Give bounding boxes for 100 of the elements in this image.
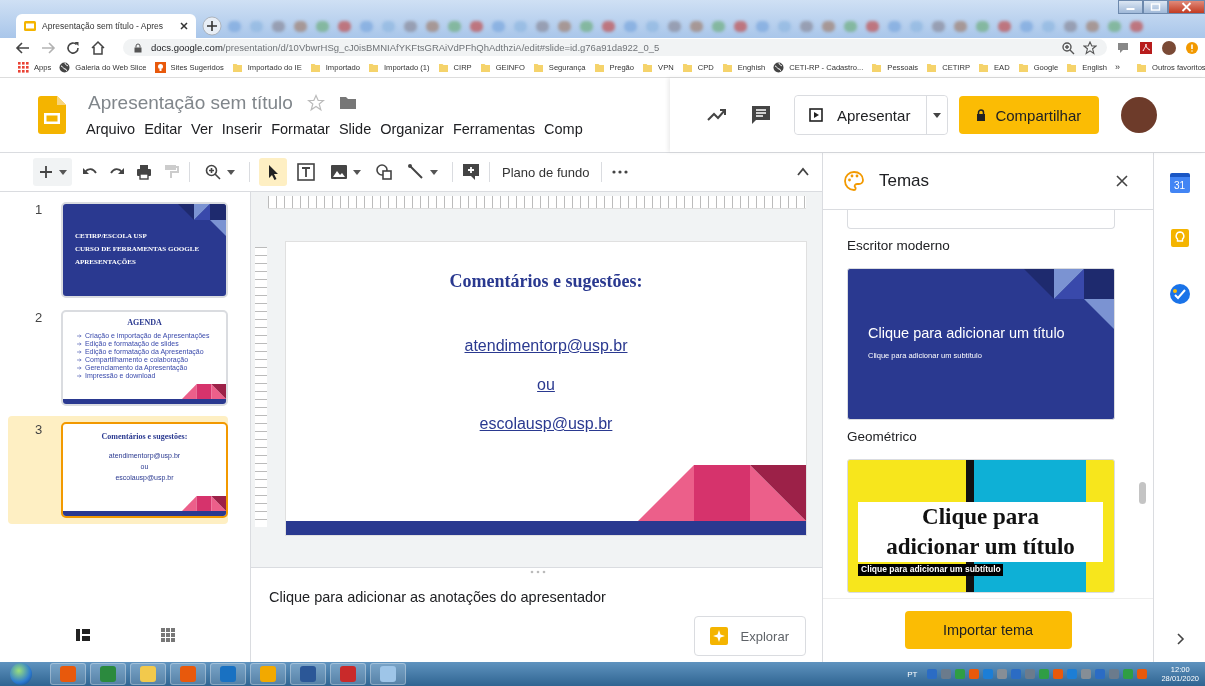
blurred-tab-icon[interactable]	[844, 20, 857, 32]
speaker-notes-text[interactable]: Clique para adicionar as anotações do apresentador	[269, 589, 806, 605]
select-tool-button[interactable]	[259, 158, 287, 186]
email-link[interactable]: escolausp@usp.br	[479, 415, 613, 433]
grid-view-icon[interactable]	[159, 627, 176, 643]
blurred-tab-icon[interactable]	[1130, 20, 1143, 32]
blurred-tab-icon[interactable]	[668, 20, 681, 32]
minimize-icon[interactable]	[1118, 0, 1143, 14]
new-slide-button[interactable]	[33, 158, 72, 186]
forward-arrow-icon[interactable]	[40, 39, 56, 56]
comment-icon[interactable]	[750, 104, 772, 126]
presentation-title[interactable]: Apresentação sem título	[88, 91, 293, 114]
close-icon[interactable]	[1115, 174, 1129, 188]
slides-logo-icon[interactable]	[38, 96, 66, 134]
blurred-tab-icon[interactable]	[250, 20, 263, 32]
blurred-tab-icon[interactable]	[1086, 20, 1099, 32]
blurred-tab-icon[interactable]	[382, 20, 395, 32]
profile-avatar[interactable]	[1121, 97, 1158, 133]
tray-icon[interactable]	[997, 669, 1008, 679]
blurred-tab-icon[interactable]	[910, 20, 923, 32]
taskbar-app-icon[interactable]	[330, 663, 366, 685]
blurred-tab-icon[interactable]	[602, 20, 615, 32]
tray-icon[interactable]	[1053, 669, 1064, 679]
email-link[interactable]: atendimentorp@usp.br	[464, 337, 628, 355]
blurred-tab-icon[interactable]	[998, 20, 1011, 32]
scrollbar-thumb[interactable]	[1139, 482, 1146, 504]
maximize-icon[interactable]	[1143, 0, 1168, 14]
blurred-tab-icon[interactable]	[756, 20, 769, 32]
explore-button[interactable]: Explorar	[693, 616, 806, 656]
menu-item[interactable]: Ferramentas	[448, 118, 540, 139]
blurred-tab-icon[interactable]	[404, 20, 417, 32]
taskbar-app-icon[interactable]	[290, 663, 326, 685]
menu-item[interactable]: Arquivo	[82, 118, 140, 139]
blurred-tab-icon[interactable]	[338, 20, 351, 32]
blurred-tab-icon[interactable]	[272, 20, 285, 32]
menu-item[interactable]: Inserir	[217, 118, 267, 139]
blurred-tab-icon[interactable]	[646, 20, 659, 32]
theme-preview[interactable]	[847, 210, 1115, 229]
back-arrow-icon[interactable]	[15, 39, 31, 56]
tray-icon[interactable]	[955, 669, 966, 679]
list-view-icon[interactable]	[74, 627, 91, 643]
tray-icon[interactable]	[1137, 669, 1148, 679]
blurred-tab-icon[interactable]	[866, 20, 879, 32]
tray-icon[interactable]	[941, 669, 952, 679]
blurred-tab-icon[interactable]	[1064, 20, 1077, 32]
tray-icon[interactable]	[1095, 669, 1106, 679]
share-button[interactable]: Compartilhar	[959, 96, 1100, 134]
taskbar-app-icon[interactable]	[50, 663, 86, 685]
taskbar-app-icon[interactable]	[90, 663, 126, 685]
taskbar-app-icon[interactable]	[370, 663, 406, 685]
blurred-tab-icon[interactable]	[228, 20, 241, 32]
tray-icon[interactable]	[927, 669, 938, 679]
blurred-tab-icon[interactable]	[1020, 20, 1033, 32]
address-field[interactable]: docs.google.com/presentation/d/10VbwrHSg_cJ0isBMNIAfYKFtsGRAiVdPFhQhAdthziA/edit#slide=id.g76a91da922_0_5	[123, 39, 1107, 56]
more-bookmarks-button[interactable]: »	[1115, 62, 1121, 72]
bookmark-star-icon[interactable]	[1083, 40, 1097, 55]
alert-icon[interactable]	[1185, 40, 1199, 55]
blurred-tab-icon[interactable]	[1108, 20, 1121, 32]
blurred-tab-icon[interactable]	[1042, 20, 1055, 32]
blurred-tab-icon[interactable]	[470, 20, 483, 32]
profile-avatar[interactable]	[1162, 40, 1176, 55]
blurred-tab-icon[interactable]	[448, 20, 461, 32]
tray-icon[interactable]	[1123, 669, 1134, 679]
reload-icon[interactable]	[65, 39, 81, 56]
menu-item[interactable]: Comp	[540, 118, 587, 139]
tray-icon[interactable]	[1025, 669, 1036, 679]
blurred-tab-icon[interactable]	[426, 20, 439, 32]
blurred-tab-icon[interactable]	[800, 20, 813, 32]
blurred-tab-icon[interactable]	[294, 20, 307, 32]
language-indicator[interactable]: PT	[907, 669, 918, 679]
tray-icon[interactable]	[983, 669, 994, 679]
tray-icon[interactable]	[1067, 669, 1078, 679]
blurred-tab-icon[interactable]	[954, 20, 967, 32]
tray-icon[interactable]	[969, 669, 980, 679]
print-icon[interactable]	[135, 163, 153, 181]
menu-item[interactable]: Editar	[140, 118, 187, 139]
blurred-tab-icon[interactable]	[734, 20, 747, 32]
blurred-tab-icon[interactable]	[712, 20, 725, 32]
tray-icon[interactable]	[1011, 669, 1022, 679]
blurred-tab-icon[interactable]	[976, 20, 989, 32]
close-icon[interactable]	[179, 21, 189, 31]
blurred-tab-icon[interactable]	[932, 20, 945, 32]
blurred-tab-icon[interactable]	[888, 20, 901, 32]
import-theme-button[interactable]: Importar tema	[904, 611, 1072, 649]
new-tab-icon[interactable]	[202, 16, 222, 36]
lightbulb-icon[interactable]	[1168, 227, 1191, 249]
taskbar-app-icon[interactable]	[170, 663, 206, 685]
zoom-icon[interactable]	[1061, 40, 1075, 55]
star-icon[interactable]	[306, 93, 325, 112]
extension-icon[interactable]	[1116, 40, 1130, 55]
blurred-tab-icon[interactable]	[536, 20, 549, 32]
menu-item[interactable]: Organizar	[376, 118, 448, 139]
blurred-tab-icon[interactable]	[690, 20, 703, 32]
blurred-tab-icon[interactable]	[492, 20, 505, 32]
blurred-tab-icon[interactable]	[580, 20, 593, 32]
menu-item[interactable]: Slide	[334, 118, 376, 139]
blurred-tab-icon[interactable]	[360, 20, 373, 32]
browser-tab[interactable]: Apresentação sem título - Apres	[16, 14, 196, 38]
check-circle-icon[interactable]	[1168, 283, 1191, 305]
taskbar-app-icon[interactable]	[250, 663, 286, 685]
